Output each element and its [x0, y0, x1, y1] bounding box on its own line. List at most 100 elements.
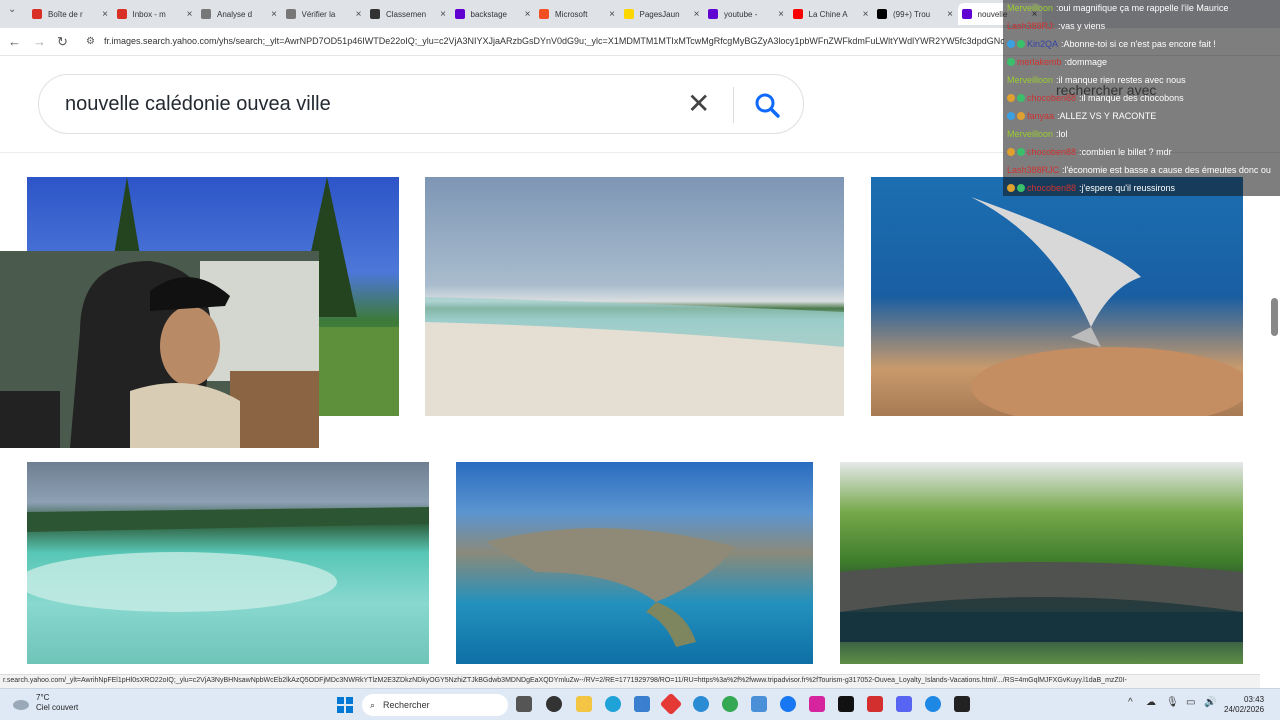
tab-label: Classemen — [386, 9, 427, 19]
tab-label: Inbox - m — [132, 9, 166, 19]
close-tab-icon[interactable]: × — [525, 9, 531, 20]
address-bar[interactable]: fr.images.search.yahoo.com/yhs/search;_y… — [104, 36, 1004, 46]
microphone-icon[interactable]: 🎙 — [1166, 697, 1179, 708]
close-tab-icon[interactable]: × — [271, 9, 277, 20]
result-image-6[interactable] — [840, 462, 1243, 664]
chat-username: Merveilloon — [1007, 128, 1054, 139]
tab-7[interactable]: PagesJaun × — [620, 3, 704, 25]
chrome-icon[interactable] — [722, 696, 738, 712]
chat-badge-icon — [1007, 147, 1015, 156]
result-image-4[interactable] — [27, 462, 429, 664]
close-tab-icon[interactable]: × — [609, 9, 615, 20]
file-explorer-icon[interactable] — [576, 696, 592, 712]
time: 03:43 — [1244, 695, 1265, 704]
clock[interactable]: 03:43 24/02/2026 — [1224, 695, 1264, 715]
tab-label: youtube - — [724, 9, 758, 19]
tab-3[interactable]: Vérifier la × — [282, 3, 366, 25]
app-icon[interactable] — [867, 696, 883, 712]
close-tab-icon[interactable]: × — [947, 9, 953, 20]
chat-badge-icon — [1007, 111, 1015, 120]
cloud-icon[interactable]: ☁ — [1146, 697, 1156, 708]
scrollbar-thumb[interactable] — [1271, 298, 1278, 336]
tab-favicon-icon — [454, 9, 465, 19]
search-input[interactable]: nouvelle calédonie ouvea ville — [65, 93, 331, 116]
app-icon[interactable] — [693, 696, 709, 712]
tab-2[interactable]: Analyse d × — [197, 3, 281, 25]
chat-username: merlakemb — [1017, 56, 1062, 67]
close-tab-icon[interactable]: × — [863, 9, 869, 20]
app-icon[interactable] — [751, 696, 767, 712]
chat-badge-icon — [1017, 93, 1025, 102]
store-icon[interactable] — [634, 696, 650, 712]
tab-label: backstage — [470, 9, 507, 19]
chat-text: combien le billet ? mdr — [1081, 146, 1172, 157]
tab-5[interactable]: backstage × — [451, 3, 535, 25]
chevron-up-icon[interactable]: ^ — [1128, 697, 1133, 708]
tab-4[interactable]: Classemen × — [366, 3, 450, 25]
tab-0[interactable]: Boîte de r × — [28, 3, 112, 25]
tab-label: La Chine A — [808, 9, 848, 19]
chat-badge-icon — [1007, 183, 1015, 192]
weather-widget[interactable]: 7°C Ciel couvert — [12, 693, 78, 713]
close-tab-icon[interactable]: × — [187, 9, 193, 20]
close-tab-icon[interactable]: × — [102, 9, 108, 20]
result-image-5[interactable] — [456, 462, 813, 664]
network-icon[interactable]: ▭ — [1186, 697, 1195, 708]
tab-favicon-icon — [285, 9, 296, 19]
close-tab-icon[interactable]: × — [694, 9, 700, 20]
facebook-icon[interactable] — [780, 696, 796, 712]
chat-badge-icon — [1017, 183, 1025, 192]
close-tab-icon[interactable]: × — [356, 9, 362, 20]
close-tab-icon[interactable]: × — [440, 9, 446, 20]
cloud-icon — [13, 700, 29, 710]
terminal-icon[interactable] — [954, 696, 970, 712]
streamer-picture — [0, 251, 319, 448]
tab-label: (99+) Trou — [893, 9, 931, 19]
status-url: r.search.yahoo.com/_ylt=AwrihNpFEl1pHl0s… — [0, 674, 1260, 688]
instagram-icon[interactable] — [809, 696, 825, 712]
chat-message: Lash388RJ:: vas y viens — [1007, 20, 1106, 31]
tab-label: Vérifier la — [301, 9, 336, 19]
chat-message: Merveilloon: oui magnifique ça me rappel… — [1007, 2, 1229, 13]
app-icon[interactable] — [659, 692, 683, 716]
result-image-2[interactable] — [425, 177, 844, 416]
aerial-city-picture — [486, 528, 736, 647]
reload-icon[interactable]: ↻ — [57, 34, 68, 50]
tab-label: Microsoft — [555, 9, 588, 19]
discord-icon[interactable] — [896, 696, 912, 712]
forward-icon[interactable]: → — [33, 34, 46, 49]
clear-search-icon[interactable]: ✕ — [687, 87, 710, 120]
search-icon[interactable] — [751, 89, 785, 123]
tab-label: Boîte de r — [48, 9, 83, 19]
tab-8[interactable]: youtube - × — [704, 3, 788, 25]
app-icon[interactable] — [925, 696, 941, 712]
chat-message: fanyaa: ALLEZ VS Y RACONTE — [1007, 108, 1277, 123]
chat-username: chocoben88 — [1027, 182, 1077, 193]
tab-list-icon[interactable]: ⌄ — [8, 4, 16, 15]
chat-text: vas y viens — [1060, 20, 1106, 31]
cave-lake-picture — [840, 562, 1243, 642]
search-box[interactable]: nouvelle calédonie ouvea ville ✕ — [38, 74, 804, 134]
edge-icon[interactable] — [605, 696, 621, 712]
chat-badge-icon — [1017, 147, 1025, 156]
chat-text: ALLEZ VS Y RACONTE — [1059, 110, 1157, 121]
tab-10[interactable]: (99+) Trou × — [873, 3, 957, 25]
taskbar-search[interactable]: ⌕ Rechercher — [362, 694, 508, 716]
windows-start-icon[interactable] — [337, 697, 353, 713]
tab-favicon-icon — [792, 9, 803, 19]
task-view-icon[interactable] — [516, 696, 532, 712]
back-icon[interactable]: ← — [8, 34, 21, 49]
volume-icon[interactable]: 🔊 — [1204, 697, 1216, 708]
app-icon[interactable] — [546, 696, 562, 712]
tab-favicon-icon — [370, 9, 380, 19]
weather-desc: Ciel couvert — [36, 703, 79, 712]
site-info-icon[interactable]: ⚙ — [86, 36, 95, 47]
tab-9[interactable]: La Chine A × — [789, 3, 873, 25]
taskbar-search-label: Rechercher — [383, 700, 430, 710]
tab-1[interactable]: Inbox - m × — [113, 3, 197, 25]
tiktok-icon[interactable] — [838, 696, 854, 712]
close-tab-icon[interactable]: × — [778, 9, 784, 20]
chat-username: Lash388RJ: — [1007, 20, 1056, 31]
tab-6[interactable]: Microsoft × — [535, 3, 619, 25]
result-image-3[interactable] — [871, 177, 1243, 416]
